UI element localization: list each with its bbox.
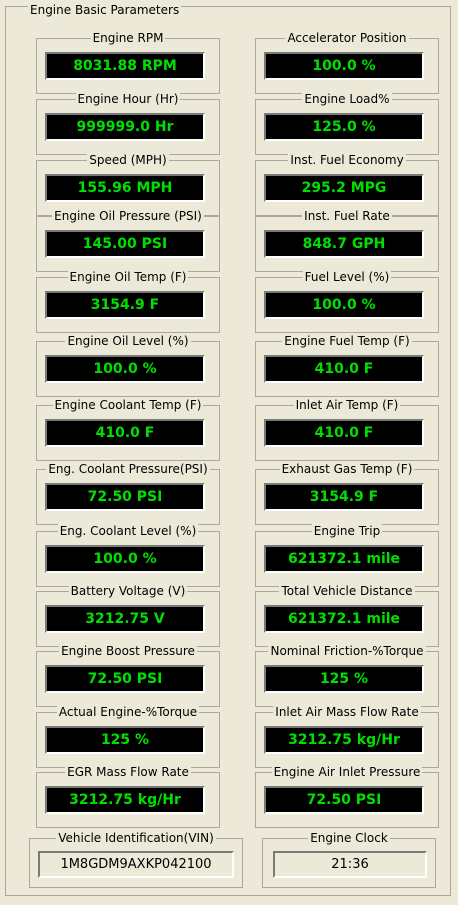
engine-boost-pressure-display: 72.50 PSI xyxy=(45,665,205,693)
engine-hour-display: 999999.0 Hr xyxy=(45,113,205,141)
engine-load-display: 125.0 % xyxy=(264,113,424,141)
actual-engine-torque-display: 125 % xyxy=(45,726,205,754)
panel-engine-oil-pressure: Engine Oil Pressure (PSI) 145.00 PSI xyxy=(36,209,220,272)
engine-air-inlet-pressure-display: 72.50 PSI xyxy=(264,786,424,814)
panel-title: EGR Mass Flow Rate xyxy=(65,765,191,779)
panel-title: Engine Air Inlet Pressure xyxy=(271,765,423,779)
panel-nominal-friction-torque: Nominal Friction-%Torque 125 % xyxy=(255,644,439,707)
panel-inst-fuel-rate: Inst. Fuel Rate 848.7 GPH xyxy=(255,209,439,272)
panel-engine-fuel-temp: Engine Fuel Temp (F) 410.0 F xyxy=(255,334,439,397)
panel-title: Engine Clock xyxy=(308,831,390,845)
panel-title: Engine Coolant Temp (F) xyxy=(52,398,204,412)
engine-oil-temp-display: 3154.9 F xyxy=(45,291,205,319)
panel-title: Inst. Fuel Economy xyxy=(288,153,406,167)
panel-title: Actual Engine-%Torque xyxy=(56,705,200,719)
accelerator-position-display: 100.0 % xyxy=(264,52,424,80)
panel-title: Eng. Coolant Level (%) xyxy=(57,524,199,538)
panel-title: Battery Voltage (V) xyxy=(68,584,188,598)
panel-title: Inlet Air Temp (F) xyxy=(293,398,401,412)
panel-engine-rpm: Engine RPM 8031.88 RPM xyxy=(36,31,220,94)
panel-engine-boost-pressure: Engine Boost Pressure 72.50 PSI xyxy=(36,644,220,707)
panel-title: Speed (MPH) xyxy=(87,153,169,167)
panel-title: Inlet Air Mass Flow Rate xyxy=(273,705,421,719)
inlet-air-mass-flow-rate-display: 3212.75 kg/Hr xyxy=(264,726,424,754)
panel-title: Fuel Level (%) xyxy=(302,270,392,284)
panel-engine-hour: Engine Hour (Hr) 999999.0 Hr xyxy=(36,92,220,155)
panel-title: Inst. Fuel Rate xyxy=(302,209,392,223)
battery-voltage-display: 3212.75 V xyxy=(45,605,205,633)
panel-title: Engine Load% xyxy=(302,92,392,106)
panel-inlet-air-temp: Inlet Air Temp (F) 410.0 F xyxy=(255,398,439,461)
panel-engine-oil-temp: Engine Oil Temp (F) 3154.9 F xyxy=(36,270,220,333)
engine-fuel-temp-display: 410.0 F xyxy=(264,355,424,383)
panel-engine-trip: Engine Trip 621372.1 mile xyxy=(255,524,439,587)
panel-vin: Vehicle Identification(VIN) 1M8GDM9AXKP0… xyxy=(29,831,243,888)
panel-title: Engine RPM xyxy=(90,31,166,45)
inlet-air-temp-display: 410.0 F xyxy=(264,419,424,447)
panel-engine-coolant-temp: Engine Coolant Temp (F) 410.0 F xyxy=(36,398,220,461)
panel-title: Nominal Friction-%Torque xyxy=(268,644,426,658)
speed-display: 155.96 MPH xyxy=(45,174,205,202)
panel-engine-air-inlet-pressure: Engine Air Inlet Pressure 72.50 PSI xyxy=(255,765,439,828)
egr-mass-flow-rate-display: 3212.75 kg/Hr xyxy=(45,786,205,814)
exhaust-gas-temp-display: 3154.9 F xyxy=(264,483,424,511)
engine-oil-pressure-display: 145.00 PSI xyxy=(45,230,205,258)
panel-fuel-level: Fuel Level (%) 100.0 % xyxy=(255,270,439,333)
vin-field[interactable]: 1M8GDM9AXKP042100 xyxy=(38,851,234,878)
engine-trip-display: 621372.1 mile xyxy=(264,545,424,573)
panel-engine-clock: Engine Clock 21:36 xyxy=(262,831,436,888)
panel-eng-coolant-pressure: Eng. Coolant Pressure(PSI) 72.50 PSI xyxy=(36,462,220,525)
panel-title: Vehicle Identification(VIN) xyxy=(56,831,216,845)
panel-actual-engine-torque: Actual Engine-%Torque 125 % xyxy=(36,705,220,768)
engine-rpm-display: 8031.88 RPM xyxy=(45,52,205,80)
panel-title: Engine Oil Temp (F) xyxy=(67,270,189,284)
total-vehicle-distance-display: 621372.1 mile xyxy=(264,605,424,633)
eng-coolant-pressure-display: 72.50 PSI xyxy=(45,483,205,511)
panel-inst-fuel-economy: Inst. Fuel Economy 295.2 MPG xyxy=(255,153,439,216)
inst-fuel-economy-display: 295.2 MPG xyxy=(264,174,424,202)
inst-fuel-rate-display: 848.7 GPH xyxy=(264,230,424,258)
panel-engine-load: Engine Load% 125.0 % xyxy=(255,92,439,155)
panel-title: Engine Fuel Temp (F) xyxy=(282,334,412,348)
fuel-level-display: 100.0 % xyxy=(264,291,424,319)
panel-accelerator-position: Accelerator Position 100.0 % xyxy=(255,31,439,94)
panel-title: Engine Oil Pressure (PSI) xyxy=(52,209,204,223)
panel-title: Exhaust Gas Temp (F) xyxy=(279,462,415,476)
panel-title: Engine Trip xyxy=(311,524,383,538)
panel-total-vehicle-distance: Total Vehicle Distance 621372.1 mile xyxy=(255,584,439,647)
panel-title: Engine Hour (Hr) xyxy=(75,92,181,106)
panel-eng-coolant-level: Eng. Coolant Level (%) 100.0 % xyxy=(36,524,220,587)
panel-title: Accelerator Position xyxy=(285,31,409,45)
panel-engine-oil-level: Engine Oil Level (%) 100.0 % xyxy=(36,334,220,397)
panel-speed: Speed (MPH) 155.96 MPH xyxy=(36,153,220,216)
engine-oil-level-display: 100.0 % xyxy=(45,355,205,383)
engine-coolant-temp-display: 410.0 F xyxy=(45,419,205,447)
panel-egr-mass-flow-rate: EGR Mass Flow Rate 3212.75 kg/Hr xyxy=(36,765,220,828)
eng-coolant-level-display: 100.0 % xyxy=(45,545,205,573)
panel-title: Engine Boost Pressure xyxy=(59,644,197,658)
engine-clock-field[interactable]: 21:36 xyxy=(273,851,427,878)
panel-title: Eng. Coolant Pressure(PSI) xyxy=(46,462,210,476)
panel-title: Total Vehicle Distance xyxy=(279,584,415,598)
nominal-friction-torque-display: 125 % xyxy=(264,665,424,693)
panel-battery-voltage: Battery Voltage (V) 3212.75 V xyxy=(36,584,220,647)
panel-exhaust-gas-temp: Exhaust Gas Temp (F) 3154.9 F xyxy=(255,462,439,525)
group-title: Engine Basic Parameters xyxy=(28,3,182,17)
panel-inlet-air-mass-flow-rate: Inlet Air Mass Flow Rate 3212.75 kg/Hr xyxy=(255,705,439,768)
panel-title: Engine Oil Level (%) xyxy=(65,334,191,348)
